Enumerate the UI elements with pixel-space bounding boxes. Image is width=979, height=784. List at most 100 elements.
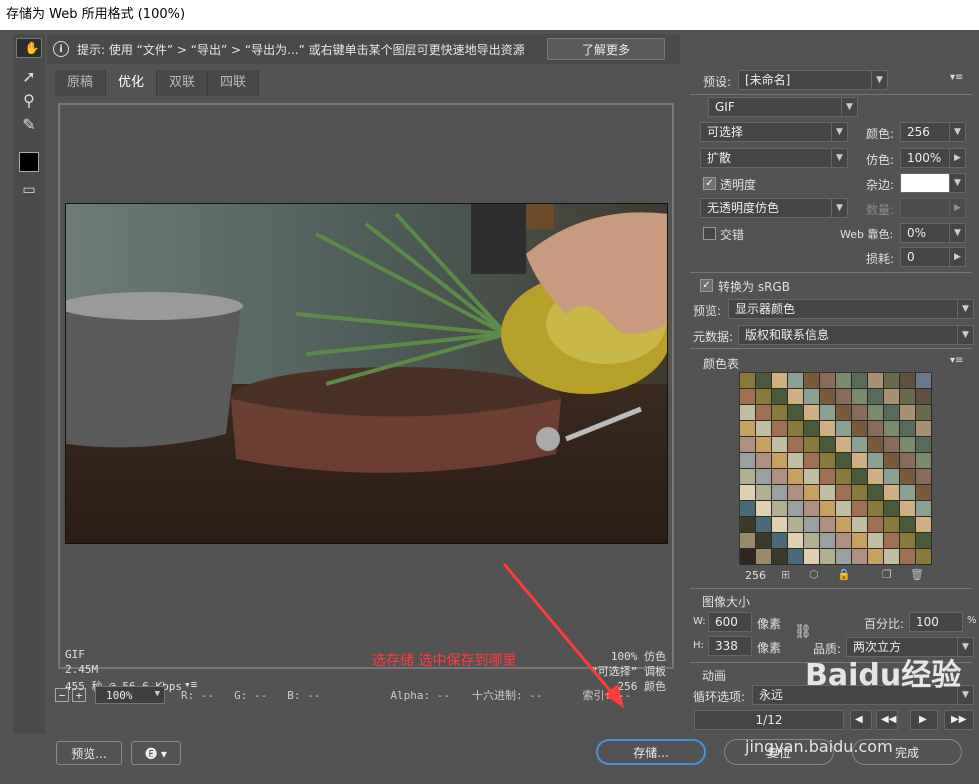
color-swatch[interactable] <box>740 405 756 421</box>
color-swatch[interactable] <box>852 517 868 533</box>
color-swatch[interactable] <box>884 517 900 533</box>
srgb-checkbox[interactable]: ✓ <box>700 279 713 292</box>
width-input[interactable]: 600 <box>708 612 752 632</box>
slice-select-icon[interactable]: ➚ <box>16 64 42 88</box>
color-swatch[interactable] <box>916 485 932 501</box>
web-shift-icon[interactable]: ⊞ <box>781 568 790 581</box>
metadata-select[interactable]: 版权和联系信息 ▼ <box>738 325 974 345</box>
trash-icon[interactable]: 🗑 <box>910 568 924 581</box>
color-swatch[interactable] <box>756 389 772 405</box>
color-swatch[interactable] <box>740 549 756 565</box>
color-swatch[interactable] <box>788 501 804 517</box>
color-swatch[interactable] <box>740 501 756 517</box>
color-swatch[interactable] <box>852 421 868 437</box>
color-swatch[interactable] <box>916 501 932 517</box>
play-button[interactable]: ▶ <box>910 710 938 730</box>
format-select[interactable]: GIF ▼ <box>708 97 858 117</box>
color-swatch[interactable] <box>820 421 836 437</box>
color-swatch[interactable] <box>868 389 884 405</box>
browser-select-button[interactable]: 🅔 ▾ <box>131 741 181 765</box>
color-swatch[interactable] <box>756 533 772 549</box>
tab-optimized[interactable]: 优化 <box>106 70 158 96</box>
color-swatch[interactable] <box>852 437 868 453</box>
color-swatch[interactable] <box>900 469 916 485</box>
color-swatch[interactable] <box>836 485 852 501</box>
color-swatch[interactable] <box>820 389 836 405</box>
panel-menu-icon[interactable]: ▾≡ <box>950 72 963 83</box>
color-swatch[interactable] <box>852 501 868 517</box>
zoom-in-button[interactable]: + <box>72 688 86 702</box>
color-swatch[interactable] <box>804 389 820 405</box>
color-swatch[interactable] <box>852 469 868 485</box>
prev-frame-button[interactable]: ◀ <box>850 710 872 730</box>
color-swatch[interactable] <box>868 549 884 565</box>
color-swatch[interactable] <box>868 501 884 517</box>
color-swatch[interactable] <box>836 437 852 453</box>
color-swatch[interactable] <box>820 437 836 453</box>
color-swatch[interactable] <box>804 469 820 485</box>
color-swatch[interactable] <box>804 453 820 469</box>
color-swatch[interactable] <box>916 373 932 389</box>
color-swatch[interactable] <box>868 405 884 421</box>
color-swatch[interactable] <box>788 533 804 549</box>
color-swatch[interactable] <box>788 453 804 469</box>
color-swatch[interactable] <box>740 533 756 549</box>
color-swatch[interactable] <box>788 549 804 565</box>
color-swatch[interactable] <box>884 389 900 405</box>
color-swatch[interactable] <box>788 469 804 485</box>
color-swatch[interactable] <box>772 517 788 533</box>
color-swatch[interactable] <box>804 421 820 437</box>
color-swatch[interactable] <box>740 389 756 405</box>
color-swatch[interactable] <box>900 373 916 389</box>
transparency-checkbox[interactable]: ✓ <box>703 177 716 190</box>
color-swatch[interactable] <box>788 517 804 533</box>
color-swatch[interactable] <box>900 517 916 533</box>
color-swatch[interactable] <box>884 549 900 565</box>
preview-select[interactable]: 显示器颜色 ▼ <box>728 299 974 319</box>
color-swatch[interactable] <box>788 389 804 405</box>
dither-algorithm-select[interactable]: 扩散 ▼ <box>700 148 848 168</box>
color-swatch[interactable] <box>756 517 772 533</box>
interlaced-checkbox[interactable] <box>703 227 716 240</box>
color-swatch[interactable] <box>916 437 932 453</box>
zoom-select[interactable]: 100% ▼ <box>95 686 165 704</box>
color-swatch[interactable] <box>900 437 916 453</box>
color-swatch[interactable] <box>804 501 820 517</box>
zoom-out-button[interactable]: − <box>55 688 69 702</box>
color-swatch[interactable] <box>868 533 884 549</box>
color-swatch[interactable] <box>772 389 788 405</box>
color-swatch[interactable] <box>868 517 884 533</box>
color-swatch[interactable] <box>756 501 772 517</box>
color-swatch[interactable] <box>820 517 836 533</box>
preview-toggle-icon[interactable]: ▭ <box>16 178 42 202</box>
color-swatch[interactable] <box>772 405 788 421</box>
color-swatch[interactable] <box>756 485 772 501</box>
color-swatch[interactable] <box>916 389 932 405</box>
color-swatch[interactable] <box>756 453 772 469</box>
color-swatch[interactable] <box>788 437 804 453</box>
color-swatch[interactable] <box>788 405 804 421</box>
color-swatch[interactable] <box>900 405 916 421</box>
color-swatch[interactable] <box>820 405 836 421</box>
color-swatch[interactable] <box>820 501 836 517</box>
color-swatch[interactable] <box>820 453 836 469</box>
color-swatch[interactable] <box>756 373 772 389</box>
color-swatch[interactable] <box>852 389 868 405</box>
color-swatch[interactable] <box>756 469 772 485</box>
eyedropper-icon[interactable]: ✎ <box>16 112 42 136</box>
link-icon[interactable]: ⛓ <box>794 624 812 640</box>
color-swatch[interactable] <box>772 533 788 549</box>
reduction-select[interactable]: 可选择 ▼ <box>700 122 848 142</box>
color-swatch[interactable] <box>756 421 772 437</box>
percent-input[interactable]: 100 <box>909 612 963 632</box>
color-swatch[interactable] <box>788 485 804 501</box>
color-swatch[interactable] <box>868 373 884 389</box>
color-swatch[interactable] <box>868 437 884 453</box>
color-swatch[interactable] <box>884 373 900 389</box>
color-swatch[interactable] <box>740 421 756 437</box>
color-swatch[interactable] <box>836 421 852 437</box>
color-swatch[interactable] <box>804 533 820 549</box>
color-swatch[interactable] <box>836 389 852 405</box>
color-table-menu-icon[interactable]: ▾≡ <box>950 355 963 366</box>
color-swatch[interactable] <box>916 549 932 565</box>
